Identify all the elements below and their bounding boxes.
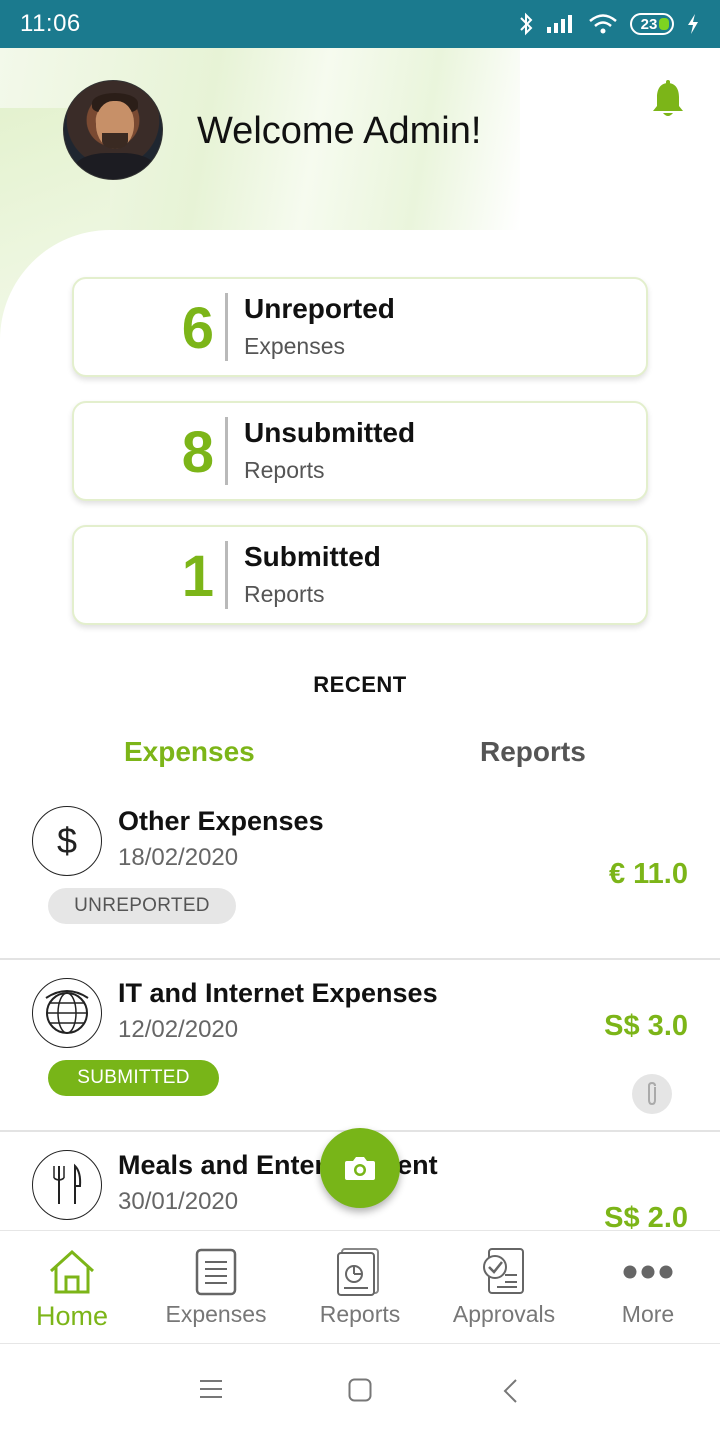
nav-label: Reports [319, 1301, 401, 1327]
status-badge: SUBMITTED [48, 1060, 219, 1096]
back-icon[interactable] [502, 1378, 518, 1404]
recent-heading: RECENT [313, 672, 407, 697]
approvals-icon [483, 1248, 524, 1294]
nav-reports[interactable]: Reports [288, 1231, 432, 1343]
stat-title: Unsubmitted [244, 417, 416, 448]
attachment-icon[interactable] [632, 1074, 672, 1114]
fork-knife-icon [32, 1150, 102, 1220]
nav-label: Approvals [452, 1301, 556, 1327]
stat-subtitle: Reports [244, 581, 325, 607]
stat-subtitle: Reports [244, 457, 325, 483]
stat-card-submitted[interactable]: 1 Submitted Reports [72, 525, 648, 625]
stat-divider [225, 293, 228, 361]
stat-count: 8 [181, 420, 214, 485]
nav-label: Home [35, 1301, 109, 1331]
battery-indicator: 23 [630, 13, 674, 35]
tab-reports[interactable]: Reports [480, 736, 586, 768]
reports-icon [337, 1248, 379, 1296]
charging-icon [688, 14, 698, 34]
stat-card-unreported[interactable]: 6 Unreported Expenses [72, 277, 648, 377]
signal-icon [547, 15, 572, 33]
bluetooth-icon [520, 12, 533, 36]
list-item[interactable]: IT and Internet Expenses 12/02/2020 SUBM… [0, 960, 720, 1132]
status-icons: 23 [518, 12, 700, 36]
more-icon [623, 1265, 673, 1279]
nav-approvals[interactable]: Approvals [432, 1231, 576, 1343]
list-item[interactable]: $ Other Expenses 18/02/2020 UNREPORTED €… [0, 788, 720, 960]
wifi-icon [589, 14, 617, 34]
tab-expenses[interactable]: Expenses [124, 736, 255, 768]
expenses-icon [195, 1248, 237, 1296]
status-badge: UNREPORTED [48, 888, 236, 924]
dollar-icon: $ [32, 806, 102, 876]
stat-title: Unreported [244, 293, 395, 324]
expense-date: 12/02/2020 [118, 1016, 239, 1043]
battery-level: 23 [640, 15, 658, 33]
stat-count: 1 [181, 544, 214, 609]
bottom-navigation: Home Expenses Reports Approvals More [0, 1230, 720, 1344]
expense-date: 30/01/2020 [118, 1188, 239, 1215]
stat-divider [225, 541, 228, 609]
stat-divider [225, 417, 228, 485]
stat-title: Submitted [244, 541, 381, 572]
nav-more[interactable]: More [576, 1231, 720, 1343]
stat-count: 6 [181, 296, 214, 361]
nav-label: Expenses [165, 1301, 267, 1327]
expense-amount: € 11.0 [608, 858, 688, 890]
expense-date: 18/02/2020 [118, 844, 239, 871]
home-button-icon[interactable] [348, 1378, 372, 1402]
menu-icon[interactable] [199, 1378, 223, 1400]
home-icon [49, 1249, 95, 1294]
camera-button[interactable] [320, 1128, 400, 1208]
svg-text:$: $ [57, 821, 77, 861]
avatar[interactable] [63, 80, 163, 180]
camera-icon [345, 1157, 375, 1180]
nav-expenses[interactable]: Expenses [144, 1231, 288, 1343]
stat-card-unsubmitted[interactable]: 8 Unsubmitted Reports [72, 401, 648, 501]
stat-subtitle: Expenses [244, 333, 346, 359]
expense-amount: S$ 3.0 [604, 1010, 688, 1042]
nav-label: More [621, 1301, 675, 1327]
status-time: 11:06 [20, 10, 81, 37]
bell-icon[interactable] [650, 80, 686, 120]
system-navigation-bar [0, 1344, 720, 1440]
nav-home[interactable]: Home [0, 1231, 144, 1343]
expense-title: IT and Internet Expenses [118, 978, 438, 1008]
welcome-text: Welcome Admin! [197, 110, 482, 152]
globe-icon [32, 978, 102, 1048]
expense-title: Other Expenses [118, 806, 324, 836]
status-bar: 11:06 23 [0, 0, 720, 48]
